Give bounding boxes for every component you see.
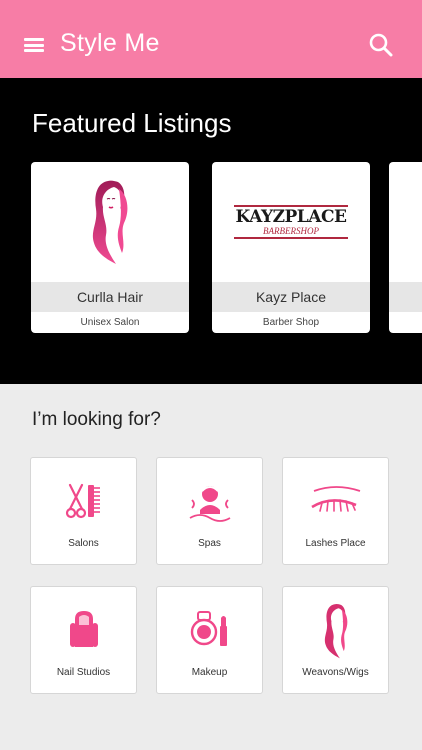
category-label: Weavons/Wigs xyxy=(302,667,369,678)
category-lashes-place[interactable]: Lashes Place xyxy=(282,457,389,565)
category-label: Makeup xyxy=(191,667,228,678)
listing-name: Kayz Place xyxy=(212,282,370,312)
listing-type: Barber Shop xyxy=(262,317,320,328)
listing-card-kayz-place[interactable]: KAYZPLACE BARBERSHOP Kayz Place Barber S… xyxy=(212,162,370,333)
category-label: Spas xyxy=(198,538,221,549)
nails-icon xyxy=(69,611,98,647)
category-salons[interactable]: Salons xyxy=(30,457,137,565)
category-weavons-wigs[interactable]: Weavons/Wigs xyxy=(282,586,389,694)
search-icon[interactable] xyxy=(368,32,394,58)
scissors-comb-icon xyxy=(65,483,100,519)
woman-hair-icon xyxy=(324,604,347,659)
category-spas[interactable]: Spas xyxy=(156,457,263,565)
listing-card-curlla-hair[interactable]: Curlla Hair Unisex Salon xyxy=(31,162,189,333)
category-label: Salons xyxy=(68,538,99,549)
listing-card-partial[interactable] xyxy=(389,162,422,333)
category-label: Nail Studios xyxy=(56,667,111,678)
category-nail-studios[interactable]: Nail Studios xyxy=(30,586,137,694)
spa-face-icon xyxy=(189,486,230,522)
featured-listings-section: Featured Listings Curlla Hair Unisex Sal… xyxy=(0,78,422,384)
kayz-logo-text: KAYZPLACE xyxy=(235,207,347,227)
hamburger-menu-icon[interactable] xyxy=(24,38,44,52)
listing-type: Unisex Salon xyxy=(80,317,140,328)
category-label: Lashes Place xyxy=(305,538,366,549)
curlla-hair-logo xyxy=(31,162,189,282)
category-makeup[interactable]: Makeup xyxy=(156,586,263,694)
kayz-logo-subtext: BARBERSHOP xyxy=(263,226,319,236)
listing-name-partial xyxy=(389,282,422,312)
featured-title: Featured Listings xyxy=(32,108,232,138)
eyelash-icon xyxy=(310,486,360,512)
looking-for-title: I’m looking for? xyxy=(32,409,161,430)
kayz-place-logo: KAYZPLACE BARBERSHOP xyxy=(212,162,370,282)
listing-name: Curlla Hair xyxy=(31,282,189,312)
makeup-compact-lipstick-icon xyxy=(190,611,227,646)
app-title: Style Me xyxy=(60,29,160,57)
woman-long-hair-logo xyxy=(92,180,128,264)
app-bar: Style Me xyxy=(0,0,422,78)
